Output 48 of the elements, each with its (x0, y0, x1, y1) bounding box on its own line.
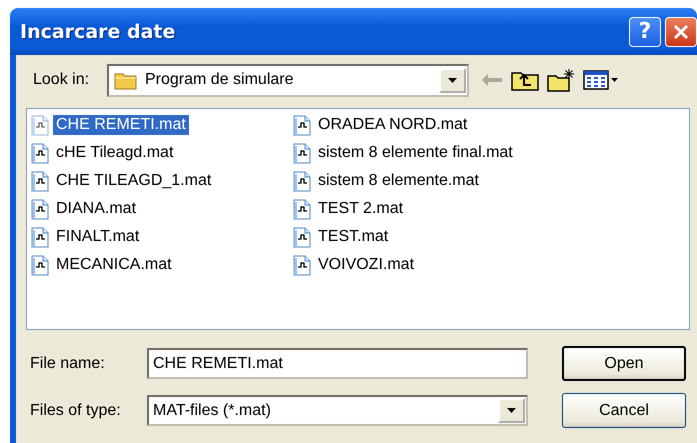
look-in-dropdown[interactable]: Program de simulare (107, 64, 469, 96)
file-name[interactable]: FINALT.mat (53, 227, 142, 247)
dropdown-arrow-icon (448, 78, 457, 82)
file-icon (293, 226, 311, 248)
open-button[interactable]: Open (562, 346, 686, 381)
close-button[interactable] (665, 16, 697, 46)
file-name[interactable]: ORADEA NORD.mat (315, 115, 470, 135)
view-list-icon (583, 70, 609, 90)
file-name[interactable]: cHE Tileagd.mat (53, 143, 176, 163)
view-menu-button[interactable] (583, 70, 618, 90)
file-name[interactable]: VOIVOZI.mat (315, 255, 418, 275)
files-of-type-label: Files of type: (30, 402, 122, 420)
close-icon (673, 24, 689, 40)
new-folder-button[interactable] (547, 68, 575, 92)
cancel-button[interactable]: Cancel (562, 393, 686, 428)
file-icon (31, 254, 49, 276)
file-name[interactable]: sistem 8 elemente.mat (315, 171, 482, 191)
file-name[interactable]: CHE TILEAGD_1.mat (53, 171, 214, 191)
file-icon (293, 114, 311, 136)
file-icon (293, 142, 311, 164)
file-icon (31, 142, 49, 164)
folder-icon (114, 70, 138, 90)
file-icon (31, 170, 49, 192)
file-name[interactable]: CHE REMETI.mat (53, 115, 189, 135)
help-button[interactable]: ? (629, 16, 661, 46)
dropdown-arrow-icon (507, 408, 516, 413)
files-of-type-dropdown[interactable]: MAT-files (*.mat) (147, 395, 528, 426)
file-name[interactable]: sistem 8 elemente final.mat (315, 143, 516, 163)
file-name[interactable]: DIANA.mat (53, 199, 140, 219)
file-name-field[interactable]: CHE REMETI.mat (147, 348, 528, 379)
file-type-value: MAT-files (*.mat) (153, 402, 271, 420)
new-folder-icon (547, 68, 575, 92)
file-icon (293, 254, 311, 276)
look-in-label: Look in: (33, 71, 90, 89)
caret-icon (611, 78, 618, 82)
file-name[interactable]: TEST 2.mat (315, 199, 406, 219)
back-arrow-icon (481, 73, 503, 87)
file-name[interactable]: TEST.mat (315, 227, 392, 247)
file-icon (293, 170, 311, 192)
file-icon (31, 198, 49, 220)
file-icon (31, 226, 49, 248)
file-icon (31, 114, 49, 136)
window-title: Incarcare date (20, 20, 176, 42)
file-icon (293, 198, 311, 220)
dropdown-button[interactable] (498, 398, 525, 423)
dropdown-button[interactable] (439, 68, 466, 92)
file-name-label: File name: (30, 354, 106, 372)
file-name[interactable]: MECANICA.mat (53, 255, 175, 275)
